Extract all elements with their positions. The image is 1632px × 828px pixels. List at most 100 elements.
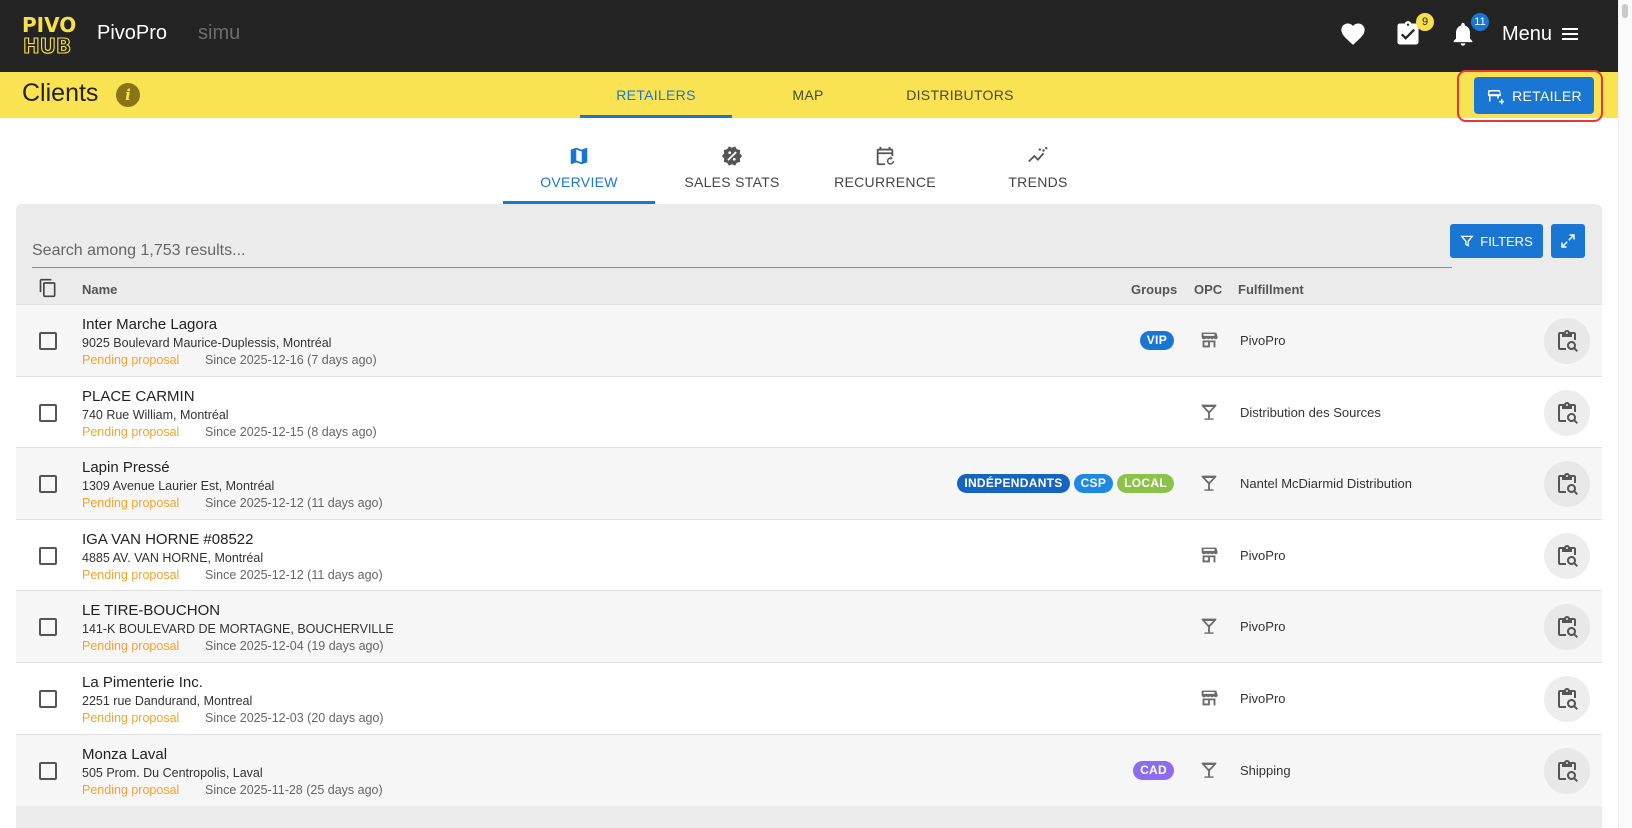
retailer-name[interactable]: IGA VAN HORNE #08522 bbox=[82, 531, 253, 548]
status-label: Pending proposal bbox=[82, 353, 180, 367]
select-all-icon[interactable] bbox=[38, 278, 58, 298]
table-row[interactable]: LE TIRE-BOUCHON 141-K BOULEVARD DE MORTAG… bbox=[16, 590, 1602, 663]
filters-label: FILTERS bbox=[1480, 233, 1533, 249]
tab-retailers[interactable]: RETAILERS bbox=[580, 72, 732, 118]
retailer-address: 2251 rue Dandurand, Montreal bbox=[82, 694, 253, 708]
row-checkbox[interactable] bbox=[39, 546, 57, 565]
subtab-recurrence-label: RECURRENCE bbox=[834, 174, 936, 190]
cocktail-glass-icon bbox=[1198, 615, 1220, 637]
view-report-button[interactable] bbox=[1544, 676, 1590, 722]
notifications-button[interactable]: 11 bbox=[1449, 13, 1489, 48]
expand-icon bbox=[1561, 234, 1575, 248]
clipboard-search-icon bbox=[1555, 472, 1579, 496]
table-row[interactable]: Monza Laval 505 Prom. Du Centropolis, Lav… bbox=[16, 733, 1602, 806]
clipboard-search-icon bbox=[1555, 544, 1579, 568]
subtab-recurrence[interactable]: RECURRENCE bbox=[809, 136, 961, 204]
column-header-groups[interactable]: Groups bbox=[1131, 282, 1177, 297]
top-bar: PIVO HUB PivoPro simu 9 11 Menu bbox=[0, 0, 1632, 72]
table-row[interactable]: PLACE CARMIN 740 Rue William, Montréal Pen… bbox=[16, 375, 1602, 448]
main-menu-button[interactable]: Menu bbox=[1502, 20, 1580, 48]
row-checkbox[interactable] bbox=[39, 403, 57, 422]
status-label: Pending proposal bbox=[82, 782, 180, 797]
clipboard-search-icon bbox=[1555, 401, 1579, 425]
subtab-overview-label: OVERVIEW bbox=[540, 174, 618, 190]
retailer-address: 740 Rue William, Montréal bbox=[82, 407, 229, 422]
status-label: Pending proposal bbox=[82, 711, 180, 725]
row-checkbox[interactable] bbox=[39, 761, 57, 780]
row-checkbox[interactable] bbox=[39, 690, 57, 708]
retailer-name[interactable]: PLACE CARMIN bbox=[82, 388, 195, 405]
menu-label: Menu bbox=[1502, 22, 1553, 45]
retailer-name[interactable]: Lapin Pressé bbox=[82, 459, 170, 476]
tab-map[interactable]: MAP bbox=[732, 72, 884, 118]
cocktail-glass-icon bbox=[1198, 401, 1220, 423]
group-tag: INDÉPENDANTS bbox=[957, 474, 1070, 494]
since-date: Since 2025-12-16 (7 days ago) bbox=[205, 353, 377, 367]
since-date: Since 2025-12-12 (11 days ago) bbox=[205, 496, 383, 511]
clipboard-search-icon bbox=[1555, 615, 1579, 639]
table-row[interactable]: Lapin Pressé 1309 Avenue Laurier Est, Mon… bbox=[16, 447, 1602, 520]
calendar-repeat-icon bbox=[876, 146, 895, 166]
info-icon[interactable]: i bbox=[116, 83, 140, 107]
table-row[interactable]: IGA VAN HORNE #08522 4885 AV. VAN HORNE, … bbox=[16, 518, 1602, 591]
add-retailer-button[interactable]: RETAILER bbox=[1474, 77, 1594, 114]
page-scrollbar-thumb[interactable] bbox=[1622, 4, 1628, 18]
retailers-panel: FILTERS Name Groups OPC Fulfillment Inte… bbox=[16, 204, 1602, 828]
retailer-name[interactable]: La Pimenterie Inc. bbox=[82, 674, 203, 691]
search-input[interactable] bbox=[32, 234, 1452, 268]
tasks-badge: 9 bbox=[1416, 13, 1434, 31]
status-label: Pending proposal bbox=[82, 424, 180, 439]
subtab-sales-stats[interactable]: SALES STATS bbox=[656, 136, 808, 204]
notifications-badge: 11 bbox=[1471, 13, 1489, 31]
trend-icon bbox=[1028, 147, 1048, 163]
row-checkbox[interactable] bbox=[39, 618, 57, 637]
store-icon bbox=[1198, 687, 1220, 709]
retailer-name[interactable]: Monza Laval bbox=[82, 746, 167, 763]
view-report-button[interactable] bbox=[1544, 389, 1590, 436]
table-row[interactable]: Inter Marche Lagora 9025 Boulevard Mauric… bbox=[16, 304, 1602, 376]
fulfillment-value: Shipping bbox=[1240, 762, 1291, 778]
since-date: Since 2025-12-15 (8 days ago) bbox=[205, 424, 377, 439]
row-checkbox[interactable] bbox=[39, 475, 57, 494]
view-report-button[interactable] bbox=[1544, 461, 1590, 508]
column-header-opc[interactable]: OPC bbox=[1194, 282, 1222, 297]
environment-label: simu bbox=[198, 22, 241, 44]
subtab-overview[interactable]: OVERVIEW bbox=[503, 136, 655, 204]
view-report-button[interactable] bbox=[1544, 532, 1590, 579]
group-tag: CAD bbox=[1133, 760, 1174, 780]
column-header-name[interactable]: Name bbox=[82, 282, 117, 297]
group-tag: LOCAL bbox=[1117, 474, 1174, 494]
page-title: Clients bbox=[22, 79, 99, 107]
page-scrollbar[interactable] bbox=[1618, 0, 1632, 828]
table-row[interactable]: La Pimenterie Inc. 2251 rue Dandurand, Mo… bbox=[16, 662, 1602, 734]
retailer-address: 4885 AV. VAN HORNE, Montréal bbox=[82, 550, 264, 565]
tasks-button[interactable]: 9 bbox=[1394, 13, 1434, 48]
status-label: Pending proposal bbox=[82, 639, 180, 654]
column-header-fulfillment[interactable]: Fulfillment bbox=[1238, 282, 1304, 297]
fullscreen-button[interactable] bbox=[1551, 224, 1585, 258]
view-report-button[interactable] bbox=[1544, 747, 1590, 794]
cocktail-glass-icon bbox=[1198, 472, 1220, 494]
since-date: Since 2025-11-28 (25 days ago) bbox=[205, 782, 383, 797]
favorites-heart-icon[interactable] bbox=[1339, 20, 1367, 48]
subtab-trends-label: TRENDS bbox=[1008, 174, 1068, 190]
view-report-button[interactable] bbox=[1544, 318, 1590, 364]
group-tags: VIP bbox=[1139, 331, 1174, 350]
retailer-name[interactable]: LE TIRE-BOUCHON bbox=[82, 602, 220, 619]
filters-button[interactable]: FILTERS bbox=[1450, 224, 1543, 258]
status-label: Pending proposal bbox=[82, 567, 180, 582]
group-tag: CSP bbox=[1073, 474, 1114, 494]
fulfillment-value: PivoPro bbox=[1240, 547, 1286, 563]
view-report-button[interactable] bbox=[1544, 604, 1590, 651]
retailer-name[interactable]: Inter Marche Lagora bbox=[82, 316, 217, 333]
since-date: Since 2025-12-12 (11 days ago) bbox=[205, 567, 383, 582]
since-date: Since 2025-12-03 (20 days ago) bbox=[205, 711, 384, 725]
tab-distributors[interactable]: DISTRIBUTORS bbox=[884, 72, 1036, 118]
retailer-address: 505 Prom. Du Centropolis, Laval bbox=[82, 765, 263, 780]
svg-text:HUB: HUB bbox=[23, 34, 71, 56]
app-name[interactable]: PivoPro bbox=[97, 22, 167, 45]
store-icon bbox=[1198, 329, 1220, 351]
row-checkbox[interactable] bbox=[39, 332, 57, 350]
pivohub-logo[interactable]: PIVO HUB bbox=[22, 12, 78, 56]
subtab-trends[interactable]: TRENDS bbox=[962, 136, 1114, 204]
